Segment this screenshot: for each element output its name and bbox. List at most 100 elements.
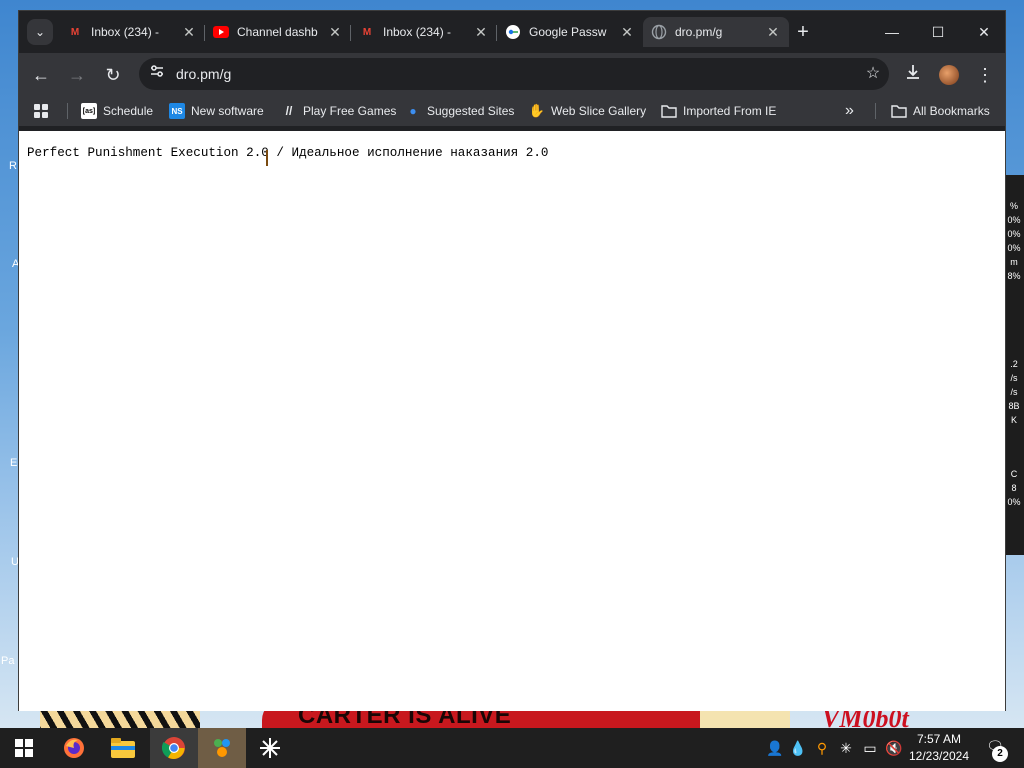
site-info-icon[interactable] bbox=[147, 64, 167, 84]
new-tab-button[interactable]: + bbox=[791, 21, 815, 45]
desktop-letter: E bbox=[10, 457, 18, 469]
bookmark-imported-from-ie[interactable]: Imported From IE bbox=[661, 101, 776, 121]
folder-icon bbox=[111, 738, 135, 758]
games-icon: // bbox=[285, 104, 293, 118]
taskbar-app-snowflake[interactable] bbox=[246, 728, 294, 768]
suggested-icon: ● bbox=[409, 104, 417, 118]
bookmark-label: Schedule bbox=[103, 104, 154, 118]
start-button[interactable] bbox=[0, 728, 48, 768]
bookmark-web-slice-gallery[interactable]: ✋ Web Slice Gallery bbox=[529, 101, 646, 121]
profile-avatar[interactable] bbox=[939, 65, 959, 85]
bookmark-schedule[interactable]: [as] Schedule bbox=[81, 101, 153, 121]
widget-value: 0% bbox=[1007, 215, 1021, 225]
address-bar[interactable]: dro.pm/g ☆ bbox=[139, 58, 889, 90]
back-button[interactable]: ← bbox=[27, 61, 55, 89]
wallpaper-stripes bbox=[40, 708, 200, 728]
widget-value: 0% bbox=[1007, 243, 1021, 253]
close-icon[interactable]: ✕ bbox=[473, 24, 489, 41]
forward-button[interactable]: → bbox=[63, 61, 91, 89]
close-icon[interactable]: ✕ bbox=[619, 24, 635, 41]
sparkle-icon bbox=[260, 738, 280, 758]
all-bookmarks-button[interactable]: All Bookmarks bbox=[891, 101, 990, 121]
tab-youtube-channel[interactable]: Channel dashb ✕ bbox=[205, 17, 351, 47]
gmail-icon: M bbox=[362, 26, 372, 38]
more-bookmarks-button[interactable]: » bbox=[845, 101, 854, 121]
tray-snowflake-icon[interactable]: ✳ bbox=[836, 738, 856, 758]
bookmark-label: New software bbox=[191, 104, 264, 118]
bookmark-play-free-games[interactable]: // Play Free Games bbox=[281, 101, 397, 121]
windows-logo-icon bbox=[15, 739, 33, 757]
reload-button[interactable]: ↻ bbox=[99, 61, 127, 89]
navigation-toolbar: ← → ↻ dro.pm/g ☆ ⋮ bbox=[19, 53, 1005, 95]
bookmark-label: Play Free Games bbox=[303, 104, 397, 118]
software-icon: NS bbox=[169, 103, 185, 119]
bookmark-new-software[interactable]: NS New software bbox=[169, 101, 264, 121]
close-icon[interactable]: ✕ bbox=[765, 24, 781, 41]
tray-display-icon[interactable]: ▭ bbox=[860, 738, 880, 758]
text-cursor-icon bbox=[266, 150, 268, 166]
widget-value: % bbox=[1009, 201, 1018, 211]
tab-google-passwords[interactable]: Google Passw ✕ bbox=[497, 17, 643, 47]
clock-time: 7:57 AM bbox=[916, 732, 962, 746]
page-content: Perfect Punishment Execution 2.0 / Идеал… bbox=[19, 131, 1005, 711]
widget-value: /s bbox=[1010, 387, 1018, 397]
tab-search-button[interactable]: ⌄ bbox=[27, 19, 53, 45]
download-icon bbox=[907, 65, 919, 79]
tray-network-user-icon[interactable]: 👤 bbox=[765, 738, 785, 758]
taskbar-clock[interactable]: 7:57 AM 12/23/2024 bbox=[904, 731, 974, 765]
bookmark-separator bbox=[67, 103, 68, 119]
close-icon[interactable]: ✕ bbox=[327, 24, 343, 41]
bookmarks-bar: [as] Schedule NS New software // Play Fr… bbox=[19, 95, 1005, 127]
bookmark-label: Imported From IE bbox=[683, 104, 777, 118]
minimize-button[interactable]: — bbox=[869, 17, 915, 47]
firefox-icon bbox=[64, 738, 84, 758]
notification-count-badge: 2 bbox=[992, 746, 1008, 762]
tab-gmail-inbox[interactable]: M Inbox (234) - ✕ bbox=[59, 17, 205, 47]
tab-dro-pm[interactable]: dro.pm/g ✕ bbox=[643, 17, 789, 47]
taskbar-file-explorer[interactable] bbox=[99, 728, 147, 768]
wallpaper-shape bbox=[700, 708, 790, 728]
clock-date: 12/23/2024 bbox=[908, 749, 970, 763]
system-monitor-widget: % 0% 0% 0% m 8% .2 /s /s 8B K C 8 0% bbox=[1004, 175, 1024, 555]
widget-value: 0% bbox=[1007, 497, 1021, 507]
address-text[interactable]: dro.pm/g bbox=[176, 66, 231, 82]
youtube-icon bbox=[213, 24, 229, 40]
tab-gmail-inbox-2[interactable]: M Inbox (234) - ✕ bbox=[351, 17, 497, 47]
globe-icon bbox=[651, 24, 667, 40]
widget-value bbox=[1004, 343, 1024, 357]
downloads-button[interactable] bbox=[899, 61, 927, 89]
page-text: Perfect Punishment Execution 2.0 / Идеал… bbox=[27, 146, 549, 160]
bookmark-label: All Bookmarks bbox=[913, 104, 990, 118]
google-password-manager-icon bbox=[505, 24, 521, 40]
people-app-icon bbox=[214, 739, 230, 757]
tab-title: dro.pm/g bbox=[675, 25, 723, 39]
tray-volume-muted-icon[interactable]: 🔇 bbox=[884, 738, 904, 758]
widget-value: .2 bbox=[1010, 359, 1018, 369]
widget-value: 8B bbox=[1008, 401, 1020, 411]
apps-grid-icon bbox=[34, 104, 48, 118]
maximize-button[interactable]: ☐ bbox=[915, 17, 961, 47]
close-window-button[interactable]: ✕ bbox=[961, 17, 1007, 47]
apps-button[interactable] bbox=[33, 101, 49, 121]
taskbar-app-people[interactable] bbox=[198, 728, 246, 768]
windows-taskbar: 👤 💧 ⚲ ✳ ▭ 🔇 7:57 AM 12/23/2024 🗨 2 bbox=[0, 728, 1024, 768]
tray-search-icon[interactable]: ⚲ bbox=[812, 738, 832, 758]
bookmark-star-icon[interactable]: ☆ bbox=[861, 62, 885, 86]
folder-icon bbox=[661, 103, 677, 119]
widget-value: C bbox=[1010, 469, 1018, 479]
bookmark-label: Suggested Sites bbox=[427, 104, 515, 118]
tab-title: Inbox (234) - bbox=[91, 25, 160, 39]
widget-value: m bbox=[1010, 257, 1018, 267]
bookmark-label: Web Slice Gallery bbox=[551, 104, 647, 118]
tab-strip: ⌄ M Inbox (234) - ✕ Channel dashb ✕ M In… bbox=[19, 11, 1005, 53]
bookmark-suggested-sites[interactable]: ● Suggested Sites bbox=[405, 101, 514, 121]
tab-title: Google Passw bbox=[529, 25, 607, 39]
folder-icon bbox=[891, 103, 907, 119]
taskbar-firefox[interactable] bbox=[50, 728, 98, 768]
close-icon[interactable]: ✕ bbox=[181, 24, 197, 41]
tab-title: Channel dashb bbox=[237, 25, 318, 39]
taskbar-chrome[interactable] bbox=[150, 728, 198, 768]
tab-title: Inbox (234) - bbox=[383, 25, 452, 39]
tray-droplet-icon[interactable]: 💧 bbox=[788, 738, 808, 758]
menu-button[interactable]: ⋮ bbox=[971, 61, 999, 89]
